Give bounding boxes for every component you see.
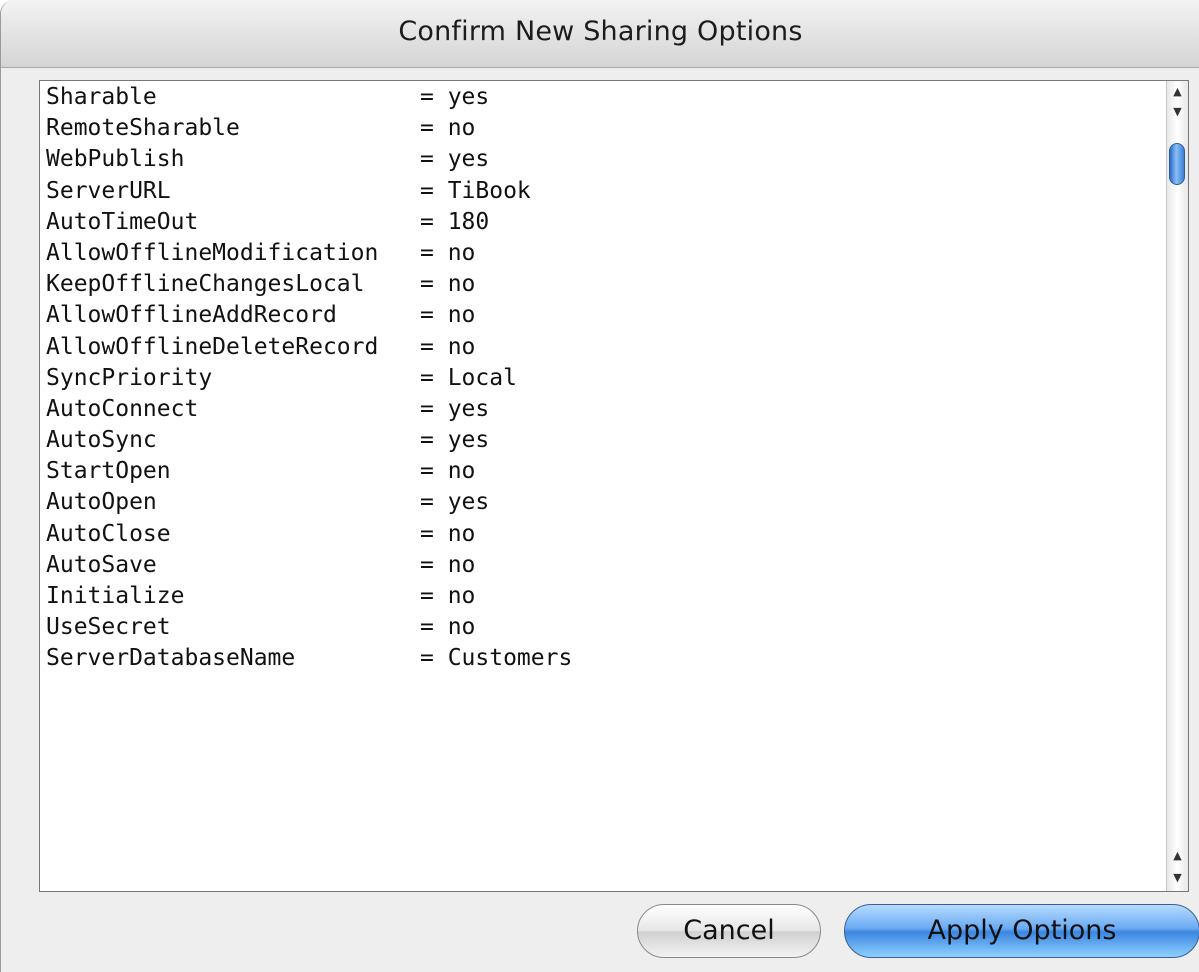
- vertical-scrollbar[interactable]: ▲ ▼ ▲ ▼: [1166, 81, 1188, 891]
- list-item: RemoteSharable = no: [46, 113, 572, 144]
- scroll-up-bottom-icon[interactable]: ▲: [1168, 845, 1187, 867]
- option-key: WebPublish: [46, 146, 185, 173]
- option-value: = Customers: [420, 645, 573, 672]
- dialog-content: Sharable = yes RemoteSharable = no WebPublis…: [1, 68, 1199, 972]
- option-key: AllowOfflineAddRecord: [46, 302, 337, 329]
- option-key: AutoClose: [46, 520, 171, 547]
- option-key: AutoOpen: [46, 489, 157, 516]
- list-item: ServerDatabaseName = Customers: [46, 643, 572, 674]
- scroll-down-top-icon[interactable]: ▼: [1168, 101, 1187, 123]
- option-value: = Local: [420, 364, 517, 391]
- list-item: UseSecret = no: [46, 612, 572, 643]
- option-value: = yes: [420, 427, 490, 454]
- list-item: WebPublish = yes: [46, 144, 572, 175]
- list-item: AllowOfflineDeleteRecord = no: [46, 332, 572, 363]
- option-key: ServerURL: [46, 177, 171, 204]
- list-item: ServerURL = TiBook: [46, 176, 572, 207]
- cancel-button[interactable]: Cancel: [637, 904, 821, 958]
- option-key: AutoConnect: [46, 395, 199, 422]
- list-item: KeepOfflineChangesLocal = no: [46, 269, 572, 300]
- option-value: = no: [420, 239, 476, 266]
- option-key: AutoSave: [46, 551, 157, 578]
- list-item: AllowOfflineAddRecord = no: [46, 300, 572, 331]
- option-value: = yes: [420, 84, 490, 110]
- option-key: UseSecret: [46, 614, 171, 641]
- options-list-box[interactable]: Sharable = yes RemoteSharable = no WebPublis…: [39, 80, 1189, 892]
- option-value: = yes: [420, 395, 490, 422]
- list-item: Sharable = yes: [46, 82, 572, 113]
- option-value: = no: [420, 614, 476, 641]
- option-key: Initialize: [46, 583, 185, 609]
- option-value: = no: [420, 458, 476, 485]
- scroll-up-top-icon[interactable]: ▲: [1168, 81, 1187, 103]
- option-key: ServerDatabaseName: [46, 645, 296, 672]
- option-key: RemoteSharable: [46, 115, 240, 142]
- list-item: StartOpen = no: [46, 456, 572, 487]
- scroll-thumb[interactable]: [1169, 143, 1185, 185]
- option-value: = yes: [420, 489, 490, 516]
- option-key: SyncPriority: [46, 364, 213, 391]
- option-value: = no: [420, 551, 476, 578]
- option-key: Sharable: [46, 84, 157, 110]
- list-item: AutoClose = no: [46, 519, 572, 550]
- list-item: AutoOpen = yes: [46, 487, 572, 518]
- option-value: = no: [420, 333, 476, 360]
- option-value: = 180: [420, 208, 490, 235]
- list-item: AllowOfflineModification = no: [46, 238, 572, 269]
- option-key: AutoTimeOut: [46, 208, 199, 235]
- option-value: = no: [420, 583, 476, 609]
- list-item: AutoSave = no: [46, 550, 572, 581]
- list-item: SyncPriority = Local: [46, 363, 572, 394]
- list-item: Initialize = no: [46, 581, 572, 612]
- option-key: AllowOfflineModification: [46, 239, 379, 266]
- option-key: StartOpen: [46, 458, 171, 485]
- option-key: KeepOfflineChangesLocal: [46, 271, 365, 298]
- option-value: = TiBook: [420, 177, 531, 204]
- title-bar: Confirm New Sharing Options: [1, 0, 1199, 68]
- options-list: Sharable = yes RemoteSharable = no WebPublis…: [46, 82, 572, 675]
- option-value: = no: [420, 520, 476, 547]
- list-item: AutoTimeOut = 180: [46, 207, 572, 238]
- apply-options-button[interactable]: Apply Options: [844, 904, 1199, 958]
- option-key: AllowOfflineDeleteRecord: [46, 333, 379, 360]
- dialog-window: Confirm New Sharing Options Sharable = ye…: [0, 0, 1199, 972]
- option-value: = no: [420, 271, 476, 298]
- list-item: AutoConnect = yes: [46, 394, 572, 425]
- option-value: = yes: [420, 146, 490, 173]
- option-key: AutoSync: [46, 427, 157, 454]
- option-value: = no: [420, 115, 476, 142]
- scroll-down-bottom-icon[interactable]: ▼: [1168, 867, 1187, 889]
- dialog-title: Confirm New Sharing Options: [398, 16, 803, 47]
- option-value: = no: [420, 302, 476, 329]
- list-item: AutoSync = yes: [46, 425, 572, 456]
